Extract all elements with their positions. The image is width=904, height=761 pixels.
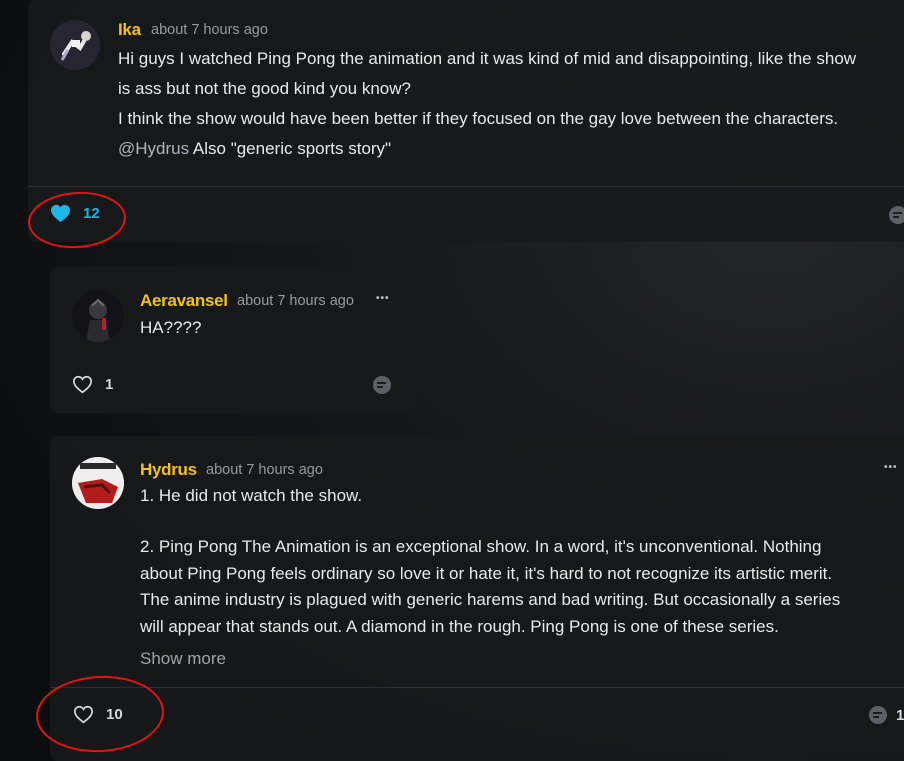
avatar-hydrus[interactable] (72, 457, 124, 509)
comment-line: is ass but not the good kind you know? (118, 79, 411, 98)
avatar-hydrus-image (72, 457, 124, 509)
comment-timestamp: about 7 hours ago (151, 22, 268, 38)
more-options-icon[interactable]: ••• (376, 293, 390, 304)
comment-line: about Ping Pong feels ordinary so love i… (140, 563, 833, 583)
comment-author-hydrus[interactable]: Hydrus (140, 460, 197, 480)
reply-icon[interactable] (372, 375, 392, 400)
comment-body-ika: Hi guys I watched Ping Pong the animatio… (118, 44, 898, 164)
like-count: 1 (105, 376, 114, 393)
reply-count: 1 (896, 706, 904, 724)
comment-icon (869, 706, 887, 724)
comment-line: will appear that stands out. A diamond i… (140, 616, 779, 636)
avatar-ika-image (50, 20, 100, 70)
comment-body-aeravansel: HA???? (140, 318, 202, 337)
comment-timestamp: about 7 hours ago (206, 462, 323, 478)
comment-timestamp: about 7 hours ago (237, 293, 354, 309)
avatar-aeravansel-image (72, 290, 124, 342)
mention-link[interactable]: @Hydrus (118, 139, 189, 158)
comment-paragraph: 1. He did not watch the show. (140, 486, 363, 505)
show-more-link[interactable]: Show more (140, 649, 226, 669)
comment-author-aeravansel[interactable]: Aeravansel (140, 291, 228, 311)
comment-line: 2. Ping Pong The Animation is an excepti… (140, 537, 822, 556)
comment-line: The anime industry is plagued with gener… (140, 590, 841, 609)
comment-text: Also "generic sports story" (189, 139, 392, 158)
more-options-icon[interactable]: ••• (884, 462, 898, 473)
comment-author-ika[interactable]: Ika (118, 20, 141, 40)
heart-outline-icon (72, 375, 93, 394)
like-button-aeravansel[interactable]: 1 (72, 375, 113, 394)
comment-line: I think the show would have been better … (118, 109, 839, 128)
divider (28, 186, 904, 187)
comment-line: Hi guys I watched Ping Pong the animatio… (118, 49, 857, 68)
avatar-ika[interactable] (50, 20, 100, 70)
reply-button-hydrus[interactable]: 1 (868, 705, 904, 725)
avatar-aeravansel[interactable] (72, 290, 124, 342)
reply-icon[interactable] (888, 205, 904, 230)
comment-line: @Hydrus Also "generic sports story" (118, 134, 898, 164)
divider (50, 687, 904, 688)
comment-body-hydrus: 2. Ping Pong The Animation is an excepti… (140, 534, 900, 640)
